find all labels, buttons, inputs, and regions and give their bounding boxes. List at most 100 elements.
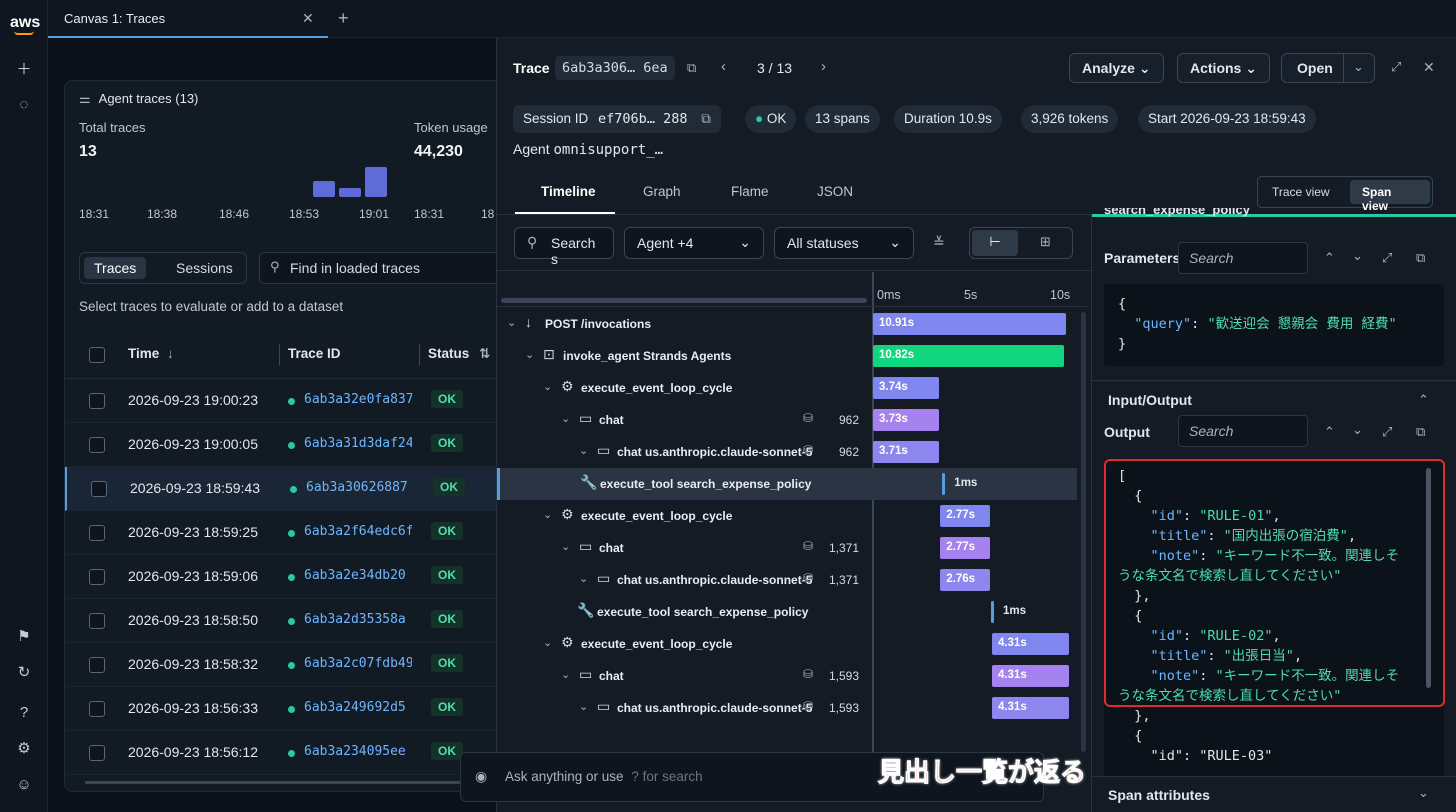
plus-icon[interactable]: ＋: [12, 56, 36, 80]
grid-view-icon[interactable]: ⊞: [1040, 234, 1051, 250]
add-tab-icon[interactable]: +: [338, 8, 349, 29]
copy-icon[interactable]: ⧉: [701, 111, 711, 126]
span-bar[interactable]: 10.91s: [873, 313, 1067, 335]
chevron-down-icon[interactable]: ⌄: [543, 636, 552, 649]
tree-view-icon[interactable]: ⊢: [972, 230, 1018, 256]
span-bar[interactable]: 3.73s: [873, 409, 940, 431]
span-bar[interactable]: 4.31s: [991, 633, 1069, 655]
actions-button[interactable]: Actions ⌄: [1177, 53, 1270, 83]
gear-icon[interactable]: ⚙: [12, 736, 36, 760]
span-row[interactable]: ⌄ ⚙ execute_event_loop_cycle 3.74s: [497, 372, 1077, 404]
chevron-down-icon[interactable]: ⌄: [1352, 248, 1363, 264]
chevron-down-icon[interactable]: ⌄: [579, 572, 588, 585]
chevron-down-icon[interactable]: ⌄: [507, 316, 516, 329]
chevron-down-icon[interactable]: ⌄: [1353, 59, 1364, 75]
chevron-down-icon[interactable]: ⌄: [579, 700, 588, 713]
horizontal-scrollbar[interactable]: [85, 781, 495, 784]
span-bar[interactable]: 2.77s: [940, 505, 990, 527]
table-row[interactable]: 2026-09-23 18:56:33 6ab3a249692d5 OK: [65, 687, 503, 731]
sync-icon[interactable]: ↻: [12, 660, 36, 684]
close-icon[interactable]: ✕: [1423, 59, 1435, 76]
span-bar[interactable]: [990, 601, 994, 623]
row-trace-id[interactable]: 6ab3a32e0fa837: [304, 392, 412, 407]
span-row[interactable]: ⌄ ▭ chat us.anthropic.claude-sonnet-5 ⛁ 1,59…: [497, 692, 1077, 724]
chevron-down-icon[interactable]: ⌄: [561, 668, 570, 681]
output-search-input[interactable]: Search: [1178, 415, 1308, 447]
chevron-left-icon[interactable]: ‹: [721, 58, 726, 75]
tab-sessions[interactable]: Sessions: [166, 257, 243, 279]
col-status[interactable]: Status ⇅: [428, 346, 490, 362]
table-row[interactable]: 2026-09-23 18:59:06 6ab3a2e34db20 OK: [65, 555, 503, 599]
span-bar[interactable]: [942, 473, 946, 495]
row-trace-id[interactable]: 6ab3a2f64edc6f: [304, 524, 412, 539]
row-trace-id[interactable]: 6ab3a2d35358a: [304, 612, 412, 627]
span-bar[interactable]: 2.76s: [940, 569, 990, 591]
table-row[interactable]: 2026-09-23 18:58:32 6ab3a2c07fdb49 OK: [65, 643, 503, 687]
table-row[interactable]: 2026-09-23 19:00:05 6ab3a31d3daf24 OK: [65, 423, 503, 467]
row-checkbox[interactable]: [89, 701, 105, 717]
span-bar[interactable]: 3.74s: [873, 377, 940, 399]
chevron-up-icon[interactable]: ⌃: [1324, 250, 1335, 266]
span-row[interactable]: ⌄ ⊡ invoke_agent Strands Agents 10.82s: [497, 340, 1077, 372]
aws-logo[interactable]: aws: [10, 14, 40, 32]
span-bar[interactable]: 10.82s: [873, 345, 1065, 367]
output-scrollbar[interactable]: [1426, 468, 1431, 688]
chevron-up-icon[interactable]: ⌃: [1324, 424, 1335, 440]
chevron-down-icon[interactable]: ⌄: [525, 348, 534, 361]
name-column-scrollbar[interactable]: [501, 298, 867, 303]
collapse-icon[interactable]: ≚: [933, 234, 945, 251]
find-traces-input[interactable]: ⚲ Find in loaded traces: [259, 252, 503, 284]
span-row[interactable]: ⌄ ▭ chat us.anthropic.claude-sonnet-5 ⛁ 1,37…: [497, 564, 1077, 596]
chevron-up-icon[interactable]: ⌃: [1418, 392, 1429, 408]
user-icon[interactable]: ☺: [12, 772, 36, 796]
trace-view-button[interactable]: Trace view: [1272, 185, 1330, 199]
chevron-down-icon[interactable]: ⌄: [561, 412, 570, 425]
row-trace-id[interactable]: 6ab3a2e34db20: [304, 568, 412, 583]
close-icon[interactable]: ✕: [302, 10, 314, 27]
col-trace-id[interactable]: Trace ID: [288, 346, 341, 361]
span-row[interactable]: ⌄ ▭ chat us.anthropic.claude-sonnet-5 ⛁ 962 3…: [497, 436, 1077, 468]
io-section-title[interactable]: Input/Output: [1108, 392, 1192, 408]
row-trace-id[interactable]: 6ab3a234095ee: [304, 744, 412, 759]
span-view-button[interactable]: Span view: [1350, 180, 1430, 213]
row-checkbox[interactable]: [89, 745, 105, 761]
tab-flame[interactable]: Flame: [731, 184, 769, 199]
table-row[interactable]: 2026-09-23 18:56:12 6ab3a234095ee OK: [65, 731, 503, 775]
copy-icon[interactable]: ⧉: [1416, 250, 1425, 266]
span-row[interactable]: 🔧 execute_tool search_expense_policy 1ms: [497, 468, 1077, 500]
table-row[interactable]: 2026-09-23 18:59:25 6ab3a2f64edc6f OK: [65, 511, 503, 555]
copy-icon[interactable]: ⧉: [687, 60, 696, 76]
tab-traces[interactable]: Traces: [84, 257, 147, 279]
expand-icon[interactable]: ⤢: [1382, 424, 1392, 440]
timeline-scrollbar[interactable]: [1081, 312, 1086, 752]
chevron-down-icon[interactable]: ⌄: [543, 508, 552, 521]
row-checkbox[interactable]: [89, 613, 105, 629]
chevron-right-icon[interactable]: ›: [821, 58, 826, 75]
chevron-down-icon[interactable]: ⌄: [1352, 422, 1363, 438]
expand-icon[interactable]: ⤢: [1391, 59, 1401, 75]
agent-filter[interactable]: Agent +4 ⌄: [624, 227, 764, 259]
tab-json[interactable]: JSON: [817, 184, 853, 199]
tab-timeline[interactable]: Timeline: [541, 184, 596, 199]
row-checkbox[interactable]: [89, 525, 105, 541]
tab-canvas-1[interactable]: Canvas 1: Traces: [48, 0, 328, 38]
copy-icon[interactable]: ⧉: [1416, 424, 1425, 440]
span-search-input[interactable]: ⚲ Search s: [514, 227, 614, 267]
span-bar[interactable]: 4.31s: [991, 665, 1069, 687]
span-row[interactable]: ⌄ ↓ POST /invocations 10.91s: [497, 308, 1077, 340]
row-checkbox[interactable]: [89, 569, 105, 585]
table-row[interactable]: 2026-09-23 18:58:50 6ab3a2d35358a OK: [65, 599, 503, 643]
analyze-button[interactable]: Analyze ⌄: [1069, 53, 1164, 83]
col-time[interactable]: Time ↓: [128, 346, 174, 361]
row-trace-id[interactable]: 6ab3a31d3daf24: [304, 436, 412, 451]
chevron-down-icon[interactable]: ⌄: [543, 380, 552, 393]
table-row[interactable]: 2026-09-23 18:59:43 6ab3a30626887 OK: [65, 467, 503, 511]
span-row[interactable]: ⌄ ⚙ execute_event_loop_cycle 2.77s: [497, 500, 1077, 532]
span-row[interactable]: ⌄ ▭ chat ⛁ 1,593 4.31s: [497, 660, 1077, 692]
row-checkbox[interactable]: [89, 657, 105, 673]
tab-graph[interactable]: Graph: [643, 184, 681, 199]
span-bar[interactable]: 3.71s: [873, 441, 940, 463]
span-row[interactable]: ⌄ ⚙ execute_event_loop_cycle 4.31s: [497, 628, 1077, 660]
span-attributes-section[interactable]: Span attributes ⌄: [1092, 776, 1456, 812]
select-all-checkbox[interactable]: [89, 347, 105, 363]
